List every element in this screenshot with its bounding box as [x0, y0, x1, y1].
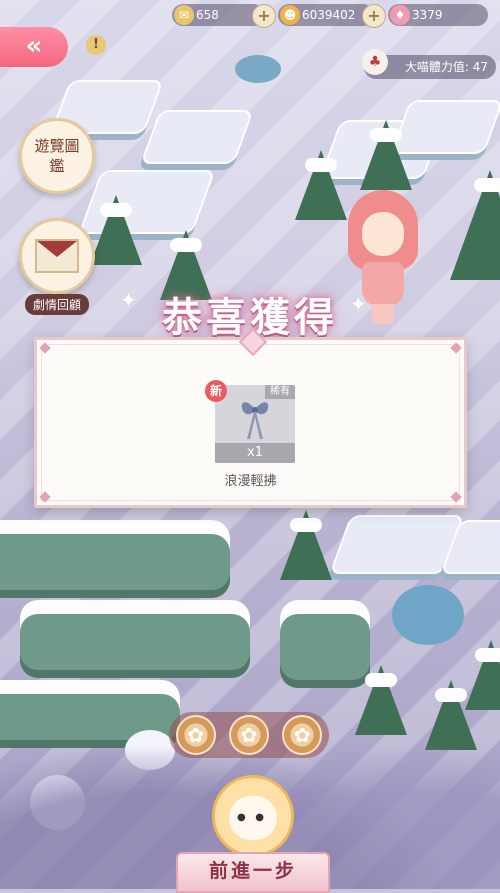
new-badge: 新 — [205, 380, 227, 402]
cat-coin-icon: ☻ — [280, 5, 300, 25]
stamina-label: 大喵體力值: 47 — [404, 60, 488, 74]
add-ticket-button[interactable]: + — [252, 4, 276, 28]
diamond-counter: ♦ 3379 — [388, 4, 488, 26]
corner-ornament — [39, 342, 51, 354]
ribbon-bow-icon — [241, 402, 269, 439]
coin-counter: ☻ 6039402 + — [278, 4, 386, 28]
pine-tree — [465, 640, 500, 710]
diamond-icon: ♦ — [390, 5, 410, 25]
coin-value: 6039402 — [302, 8, 356, 22]
christmas-tree — [450, 170, 500, 280]
character-face — [362, 212, 404, 256]
ticket-counter: ✉ 658 + — [172, 4, 276, 28]
snowy-hedge — [20, 600, 250, 670]
sparkle-icon: ✦ — [350, 292, 367, 316]
stamina-display: ♣ 大喵體力值: 47 — [362, 49, 496, 79]
cat-mascot: ● ● — [212, 775, 294, 857]
corner-ornament — [450, 491, 462, 503]
warning-icon[interactable]: ! — [86, 35, 106, 55]
ice-tile — [140, 110, 254, 164]
pine-tree — [360, 120, 412, 190]
item-name: 浪漫輕拂 — [224, 474, 277, 489]
corner-ornament — [450, 342, 462, 354]
ticket-value: 658 — [196, 8, 219, 22]
snow-tree — [392, 585, 464, 645]
fountain — [235, 55, 281, 83]
cat-eyes: ● ● — [237, 812, 264, 823]
corner-ornament — [39, 491, 51, 503]
dice-slot-2[interactable]: ✿ — [228, 715, 269, 755]
gallery-button[interactable]: 遊覽圖鑑 — [17, 118, 97, 194]
story-envelope-circle — [19, 218, 95, 294]
snowy-hedge — [0, 520, 230, 590]
item-quantity: x1 — [215, 443, 295, 463]
gallery-book-icon: 遊覽圖鑑 — [19, 118, 95, 194]
add-coin-button[interactable]: + — [362, 4, 386, 28]
sparkle-icon: ✦ — [120, 288, 137, 312]
santa-cat-icon: ♣ — [362, 49, 388, 75]
pine-tree — [90, 195, 142, 265]
pine-tree — [295, 150, 347, 220]
move-forward-button[interactable]: 前進一步 — [176, 852, 330, 893]
reward-item-card[interactable]: 稀有 x1 — [215, 385, 295, 463]
pine-tree — [280, 510, 332, 580]
dice-slot-3[interactable]: ✿ — [282, 715, 323, 755]
dice-bar: ✿ ✿ ✿ — [169, 712, 329, 758]
resource-bar: ✉ 658 + ☻ 6039402 + ♦ 3379 — [172, 2, 496, 28]
envelope-icon — [35, 239, 79, 273]
reward-panel: 稀有 x1 新 浪漫輕拂 — [34, 327, 467, 508]
back-button[interactable]: « — [0, 27, 68, 67]
dice-slot-1[interactable]: ✿ — [175, 715, 216, 755]
diamond-value: 3379 — [412, 8, 443, 22]
gallery-label: 遊覽圖鑑 — [34, 137, 80, 175]
gift-ticket-icon: ✉ — [174, 5, 194, 25]
